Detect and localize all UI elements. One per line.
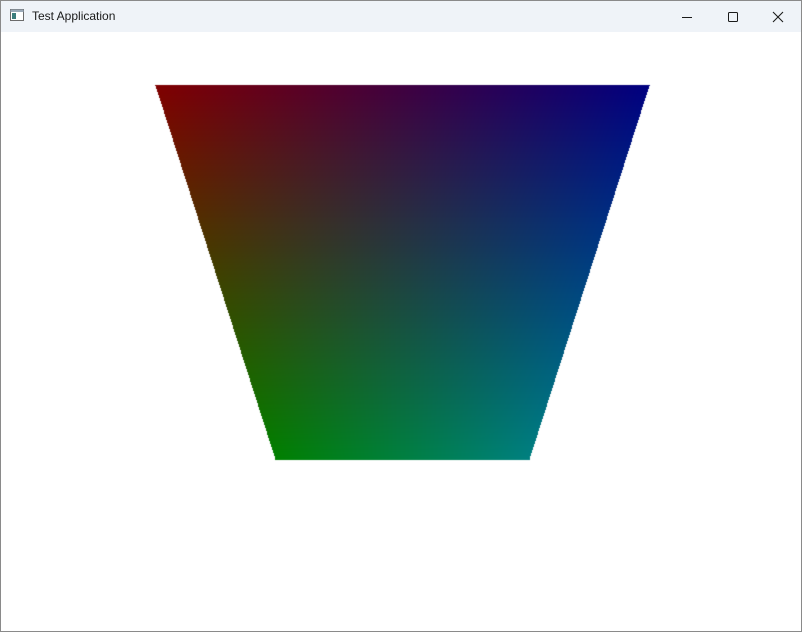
- render-canvas[interactable]: [1, 32, 801, 631]
- close-button[interactable]: [755, 1, 801, 32]
- maximize-icon: [728, 11, 738, 22]
- minimize-button[interactable]: [664, 1, 710, 32]
- window-title: Test Application: [32, 9, 116, 23]
- app-window: Test Application: [0, 0, 802, 632]
- client-area[interactable]: [1, 32, 801, 631]
- close-icon: [772, 11, 784, 22]
- maximize-button[interactable]: [710, 1, 756, 32]
- minimize-icon: [682, 16, 692, 18]
- app-window-icon: [10, 9, 24, 21]
- title-bar[interactable]: Test Application: [1, 1, 801, 32]
